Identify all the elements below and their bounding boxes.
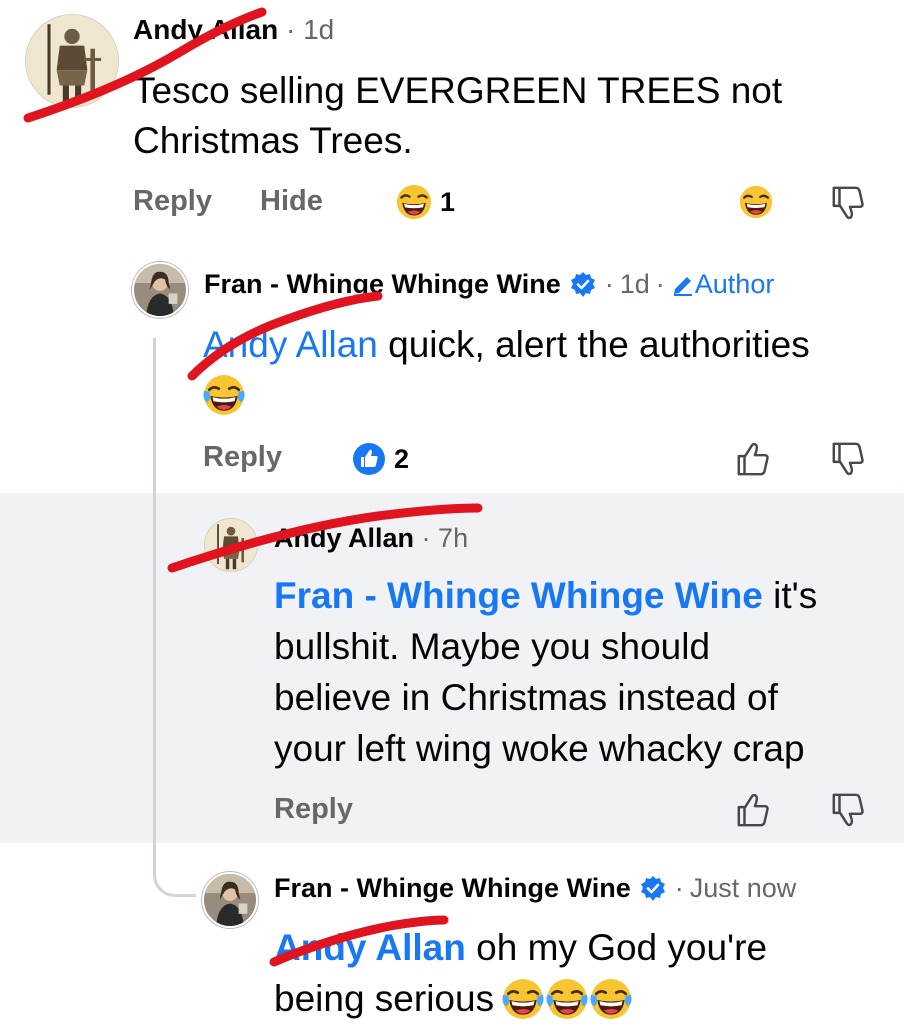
comment-text: Fran - Whinge Whinge Wine it's bullshit.… [274, 570, 817, 774]
profile-photo-icon [204, 874, 256, 926]
avatar[interactable] [204, 518, 258, 572]
profile-photo-icon [134, 264, 186, 316]
reaction-count: 1 [440, 186, 456, 217]
laughing-crying-emoji-icon [546, 977, 589, 1020]
comment-header: Fran - Whinge Whinge Wine · 1d · Author [204, 269, 774, 300]
laughing-emoji-icon [396, 184, 432, 220]
comment-text-line: bullshit. Maybe you should [274, 626, 711, 667]
verified-badge-icon [639, 874, 667, 902]
comment-text: Andy Allan oh my God you're being seriou… [274, 922, 767, 1024]
timestamp[interactable]: 7h [438, 523, 468, 553]
separator: · [285, 14, 296, 45]
author-name[interactable]: Fran - Whinge Whinge Wine [204, 269, 561, 300]
like-icon [353, 443, 385, 475]
comment-text-body: quick, alert the authorities [377, 324, 810, 365]
thread-connector-line [153, 338, 156, 868]
profile-photo-icon [26, 15, 118, 107]
author-name[interactable]: Fran - Whinge Whinge Wine [274, 873, 631, 904]
comment-text-line: it's [762, 575, 818, 616]
comment-text-line: oh my God you're [465, 927, 768, 968]
comment-text-line: Christmas Trees. [133, 120, 413, 161]
timestamp[interactable]: 1d [620, 269, 650, 300]
laughing-crying-emoji-icon [590, 977, 633, 1020]
like-button-icon[interactable] [735, 791, 773, 829]
separator: · [421, 523, 431, 553]
separator: · [655, 269, 665, 299]
dislike-icon[interactable] [830, 791, 868, 829]
laughing-reaction-button-icon[interactable] [739, 185, 773, 219]
mention-link[interactable]: Fran - Whinge Whinge Wine [274, 575, 763, 616]
reply-button[interactable]: Reply [133, 185, 212, 218]
avatar[interactable] [25, 14, 119, 108]
comment-text-line: being serious [274, 978, 495, 1019]
avatar[interactable] [202, 872, 258, 928]
comment-header: Andy Allan · 7h [274, 523, 468, 554]
comment-text: Andy Allan quick, alert the authorities [203, 322, 810, 368]
like-button-icon[interactable] [735, 440, 773, 478]
timestamp[interactable]: 1d [303, 14, 334, 45]
author-name[interactable]: Andy Allan [274, 523, 414, 553]
laughing-crying-emoji-icon [203, 374, 245, 416]
comment-text-line: believe in Christmas instead of [274, 677, 778, 718]
comment-header: Andy Allan · 1d [133, 14, 334, 46]
mention-link[interactable]: Andy Allan [203, 324, 378, 365]
reaction-count: 2 [394, 443, 410, 474]
author-badge: Author [694, 269, 775, 299]
comment-text-line: your left wing woke whacky crap [274, 728, 805, 769]
thread-connector-curve [153, 866, 196, 897]
mention-link[interactable]: Andy Allan [274, 927, 466, 968]
separator: · [674, 873, 684, 903]
pencil-icon [673, 276, 692, 296]
timestamp[interactable]: Just now [690, 873, 797, 904]
comment-header: Fran - Whinge Whinge Wine · Just now [274, 873, 796, 904]
reaction-summary[interactable]: 2 [352, 441, 409, 477]
avatar[interactable] [132, 262, 188, 318]
profile-photo-icon [205, 519, 257, 571]
dislike-icon[interactable] [830, 440, 868, 478]
reply-button[interactable]: Reply [203, 441, 282, 474]
separator: · [604, 269, 614, 299]
reaction-summary[interactable]: 1 [396, 184, 455, 220]
hide-button[interactable]: Hide [260, 185, 323, 218]
verified-badge-icon [569, 270, 597, 298]
laughing-crying-emoji-icon [502, 977, 545, 1020]
author-name[interactable]: Andy Allan [133, 14, 278, 45]
comment-text-line: Tesco selling EVERGREEN TREES not [133, 70, 783, 111]
dislike-icon[interactable] [830, 184, 868, 222]
comment-text: Tesco selling EVERGREEN TREES not Christ… [133, 66, 782, 166]
reply-button[interactable]: Reply [274, 793, 353, 826]
